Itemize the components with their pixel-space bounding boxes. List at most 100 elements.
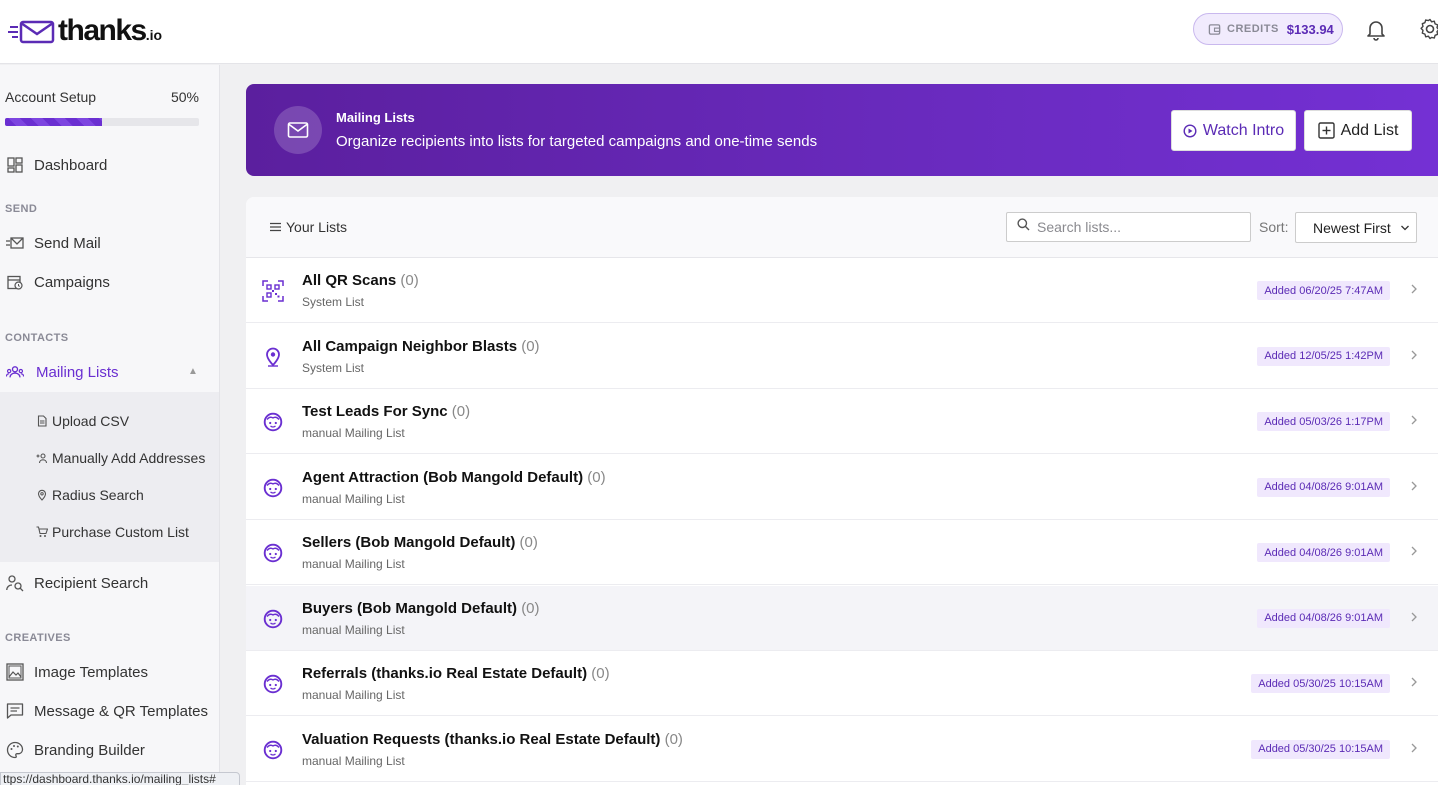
add-list-label: Add List (1340, 121, 1399, 139)
watch-intro-label: Watch Intro (1202, 121, 1285, 139)
list-name-text: Sellers (Bob Mangold Default) (302, 534, 516, 551)
page-title: Mailing Lists (336, 110, 415, 125)
list-name-text: All Campaign Neighbor Blasts (302, 337, 518, 355)
list-date-badge: Added 04/08/26 9:01AM (1257, 543, 1390, 562)
chevron-down-icon (1400, 221, 1410, 238)
list-name[interactable]: Test Leads For Sync (0) (302, 403, 470, 420)
list-name-text: Referrals (thanks.io Real Estate Default… (302, 665, 588, 682)
submenu-item-upload-csv[interactable]: Upload CSV (36, 409, 129, 433)
list-count: (0) (451, 403, 471, 420)
list-type: manual Mailing List (302, 688, 405, 702)
list-count: (0) (591, 665, 610, 682)
chevron-right-icon[interactable] (1410, 610, 1418, 629)
submenu-item-label: Manually Add Addresses (52, 450, 206, 466)
search-box[interactable] (1006, 212, 1251, 242)
list-row[interactable]: All QR Scans (0) System List Added 06/20/2… (246, 258, 1438, 323)
list-name[interactable]: All Campaign Neighbor Blasts (0) (302, 338, 540, 355)
logo[interactable]: thanks.io (8, 14, 162, 48)
list-name[interactable]: All QR Scans (0) (302, 272, 419, 289)
sidebar-item-label: Image Templates (34, 663, 148, 681)
message-icon (6, 702, 24, 720)
list-name-text: All QR Scans (302, 272, 397, 289)
credits-label: CREDITS (1227, 23, 1279, 35)
list-row[interactable]: Referrals (thanks.io Real Estate Default… (246, 651, 1438, 716)
sidebar-item-mailing-lists[interactable]: Mailing Lists (6, 357, 119, 387)
submenu-item-manually-add[interactable]: Manually Add Addresses (36, 446, 205, 470)
palette-icon (6, 741, 24, 759)
list-row[interactable]: Test Leads For Sync (0) manual Mailing Li… (246, 389, 1438, 454)
sidebar-item-label: Dashboard (34, 156, 108, 174)
list-date-badge: Added 06/20/25 7:47AM (1257, 281, 1390, 300)
list-name[interactable]: Referrals (thanks.io Real Estate Default… (302, 665, 610, 682)
location-pin-icon (36, 489, 48, 501)
list-name-text: Test Leads For Sync (302, 403, 448, 420)
list-date-badge: Added 04/08/26 9:01AM (1257, 608, 1390, 628)
chevron-right-icon[interactable] (1410, 348, 1418, 367)
section-contacts: CONTACTS (5, 332, 69, 344)
page-subtitle: Organize recipients into lists for targe… (336, 133, 818, 150)
face-icon (262, 608, 284, 630)
sort-label: Sort: (1259, 219, 1289, 235)
person-search-icon (6, 574, 24, 592)
sidebar-item-label: Send Mail (34, 234, 101, 252)
lists-panel: Your Lists Sort: Newest First All QR Sca… (246, 197, 1438, 785)
sidebar-item-dashboard[interactable]: Dashboard (6, 150, 107, 180)
add-person-icon (36, 452, 48, 464)
list-date-badge: Added 04/08/26 9:01AM (1257, 477, 1390, 497)
qr-code-icon (262, 280, 284, 302)
list-date-badge: Added 05/30/25 10:15AM (1251, 739, 1390, 759)
sidebar-item-message-qr-templates[interactable]: Message & QR Templates (6, 696, 208, 726)
chevron-right-icon[interactable] (1410, 741, 1418, 760)
chevron-right-icon[interactable] (1410, 675, 1418, 694)
list-name[interactable]: Agent Attraction (Bob Mangold Default) (… (302, 469, 606, 486)
list-row[interactable]: Buyers (Bob Mangold Default) (0) manual M… (246, 585, 1438, 651)
wallet-icon (1208, 23, 1221, 35)
watch-intro-button[interactable]: Watch Intro (1171, 110, 1296, 151)
sidebar-item-image-templates[interactable]: Image Templates (6, 657, 148, 687)
list-type: manual Mailing List (302, 557, 405, 571)
list-row[interactable]: Sellers (Bob Mangold Default) (0) manual … (246, 520, 1438, 585)
submenu-item-radius-search[interactable]: Radius Search (36, 483, 144, 507)
credits-amount: $133.94 (1286, 21, 1334, 37)
sidebar-item-branding-builder[interactable]: Branding Builder (6, 735, 145, 765)
list-name[interactable]: Buyers (Bob Mangold Default) (0) (302, 600, 540, 617)
list-row[interactable]: All Campaign Neighbor Blasts (0) System L… (246, 323, 1438, 389)
sidebar-item-label: Branding Builder (34, 741, 145, 759)
credits-badge[interactable]: CREDITS $133.94 (1193, 13, 1343, 45)
list-name-text: Agent Attraction (Bob Mangold Default) (302, 468, 584, 486)
submenu-item-label: Radius Search (52, 487, 144, 503)
your-lists-heading: Your Lists (270, 219, 347, 235)
notifications-bell-icon[interactable] (1364, 17, 1388, 46)
list-count: (0) (400, 272, 419, 289)
top-bar: thanks.io CREDITS $133.94 (0, 0, 1438, 64)
account-setup[interactable]: Account Setup 50% (5, 89, 199, 105)
chevron-right-icon[interactable] (1410, 479, 1418, 498)
account-setup-percent: 50% (170, 89, 199, 105)
sort-select[interactable]: Newest First (1295, 212, 1417, 243)
envelope-logo-icon (8, 20, 55, 44)
your-lists-label: Your Lists (286, 219, 347, 235)
list-name[interactable]: Valuation Requests (thanks.io Real Estat… (302, 731, 683, 748)
settings-gear-icon[interactable] (1418, 17, 1438, 46)
list-icon (270, 222, 281, 232)
submenu-item-purchase-list[interactable]: Purchase Custom List (36, 520, 189, 544)
add-list-button[interactable]: Add List (1304, 110, 1412, 151)
search-input[interactable] (1037, 219, 1237, 235)
list-row[interactable]: Agent Attraction (Bob Mangold Default) (… (246, 454, 1438, 520)
sidebar-item-recipient-search[interactable]: Recipient Search (6, 568, 148, 598)
list-name[interactable]: Sellers (Bob Mangold Default) (0) (302, 534, 538, 551)
sidebar-item-label: Campaigns (34, 273, 110, 291)
collapse-arrow-icon[interactable]: ▲ (188, 366, 198, 377)
chevron-right-icon[interactable] (1410, 413, 1418, 432)
sidebar-item-campaigns[interactable]: Campaigns (6, 267, 110, 297)
chevron-right-icon[interactable] (1410, 544, 1418, 563)
list-row[interactable]: Valuation Requests (thanks.io Real Estat… (246, 716, 1438, 782)
sort-select-value: Newest First (1313, 219, 1391, 236)
list-count: (0) (664, 730, 683, 748)
search-icon (1017, 218, 1030, 236)
list-date-badge: Added 05/03/26 1:17PM (1257, 412, 1390, 431)
list-type: manual Mailing List (302, 753, 405, 768)
chevron-right-icon[interactable] (1410, 282, 1418, 301)
face-icon (262, 542, 284, 564)
sidebar-item-send-mail[interactable]: Send Mail (6, 228, 101, 258)
